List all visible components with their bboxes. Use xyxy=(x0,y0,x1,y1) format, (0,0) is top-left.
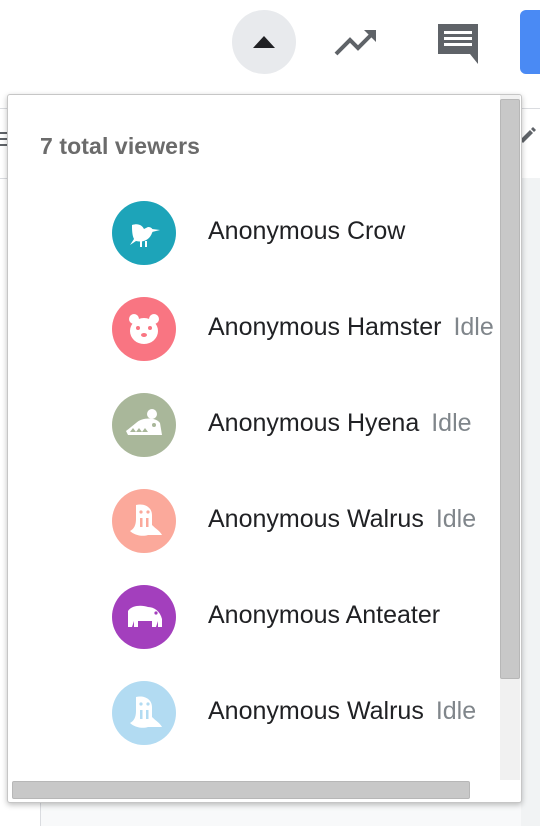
viewers-count-title: 7 total viewers xyxy=(40,133,201,159)
viewer-row[interactable]: Anonymous Walrus Idle xyxy=(8,489,500,561)
format-list-icon xyxy=(0,132,7,146)
viewer-row[interactable]: Anonymous Crow xyxy=(8,201,500,273)
comment-icon[interactable] xyxy=(436,22,480,64)
hamster-avatar-icon xyxy=(112,297,176,361)
document-page-edge xyxy=(40,800,521,826)
viewer-name: Anonymous Anteater xyxy=(208,601,441,629)
viewer-row[interactable]: Anonymous Walrus Idle xyxy=(8,681,500,753)
viewer-status: Idle xyxy=(453,313,494,341)
walrus-avatar-icon xyxy=(112,681,176,745)
viewers-panel: 7 total viewers Anonymous Crow Anonymous… xyxy=(7,94,522,803)
viewer-name: Anonymous Walrus Idle xyxy=(208,505,477,533)
horizontal-scrollbar-thumb[interactable] xyxy=(12,781,470,799)
walrus-avatar-icon xyxy=(112,489,176,553)
viewer-row[interactable]: Anonymous Hyena Idle xyxy=(8,393,500,465)
vertical-scrollbar-thumb[interactable] xyxy=(500,99,520,679)
trending-up-icon[interactable] xyxy=(334,26,378,60)
viewer-name: Anonymous Walrus Idle xyxy=(208,697,477,725)
anteater-avatar-icon xyxy=(112,585,176,649)
viewer-status: Idle xyxy=(435,697,477,725)
hyena-avatar-icon xyxy=(112,393,176,457)
caret-up-icon xyxy=(253,36,275,48)
viewer-row[interactable]: Anonymous Hamster Idle xyxy=(8,297,500,369)
viewer-name: Anonymous Hamster Idle xyxy=(208,313,494,341)
viewer-status: Idle xyxy=(431,409,472,437)
viewer-row[interactable]: Anonymous Anteater xyxy=(8,585,500,657)
top-toolbar xyxy=(0,0,540,96)
viewer-status: Idle xyxy=(435,505,477,533)
share-button[interactable] xyxy=(520,10,540,74)
viewer-name: Anonymous Hyena Idle xyxy=(208,409,472,437)
crow-avatar-icon xyxy=(112,201,176,265)
document-margin xyxy=(520,178,540,826)
viewer-name: Anonymous Crow xyxy=(208,217,406,245)
collapse-viewers-button[interactable] xyxy=(232,10,296,74)
